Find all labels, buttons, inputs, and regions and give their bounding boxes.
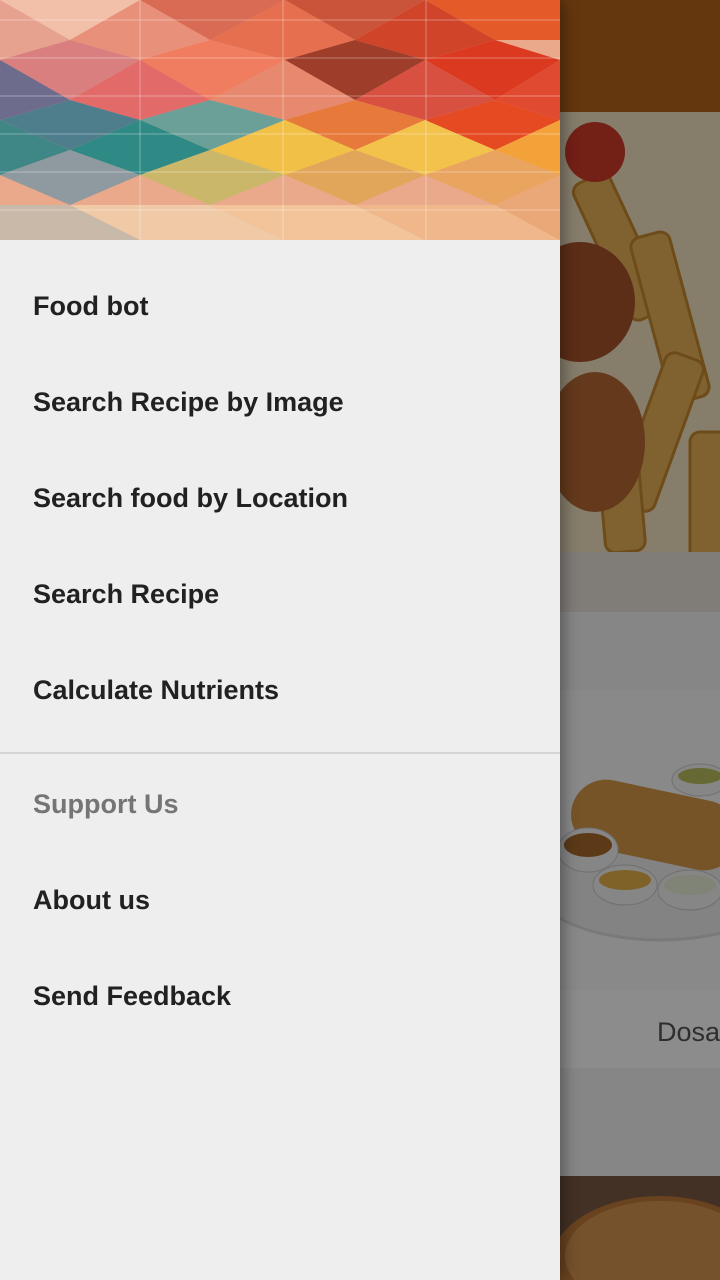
menu-item-send-feedback[interactable]: Send Feedback [0, 948, 560, 1044]
drawer-secondary-menu: About us Send Feedback [0, 852, 560, 1044]
menu-item-search-food-by-location[interactable]: Search food by Location [0, 450, 560, 546]
screen: Dosa Food bot Search Recipe by Image Sea… [0, 0, 720, 1280]
drawer-header-image [0, 0, 560, 240]
menu-item-food-bot[interactable]: Food bot [0, 258, 560, 354]
menu-item-search-recipe-by-image[interactable]: Search Recipe by Image [0, 354, 560, 450]
menu-item-about-us[interactable]: About us [0, 852, 560, 948]
section-header-support: Support Us [33, 788, 179, 819]
drawer-primary-menu: Food bot Search Recipe by Image Search f… [0, 258, 560, 738]
drawer-header-pattern [0, 0, 560, 240]
menu-item-calculate-nutrients[interactable]: Calculate Nutrients [0, 642, 560, 738]
menu-divider [0, 752, 560, 754]
navigation-drawer: Food bot Search Recipe by Image Search f… [0, 0, 560, 1280]
menu-item-search-recipe[interactable]: Search Recipe [0, 546, 560, 642]
